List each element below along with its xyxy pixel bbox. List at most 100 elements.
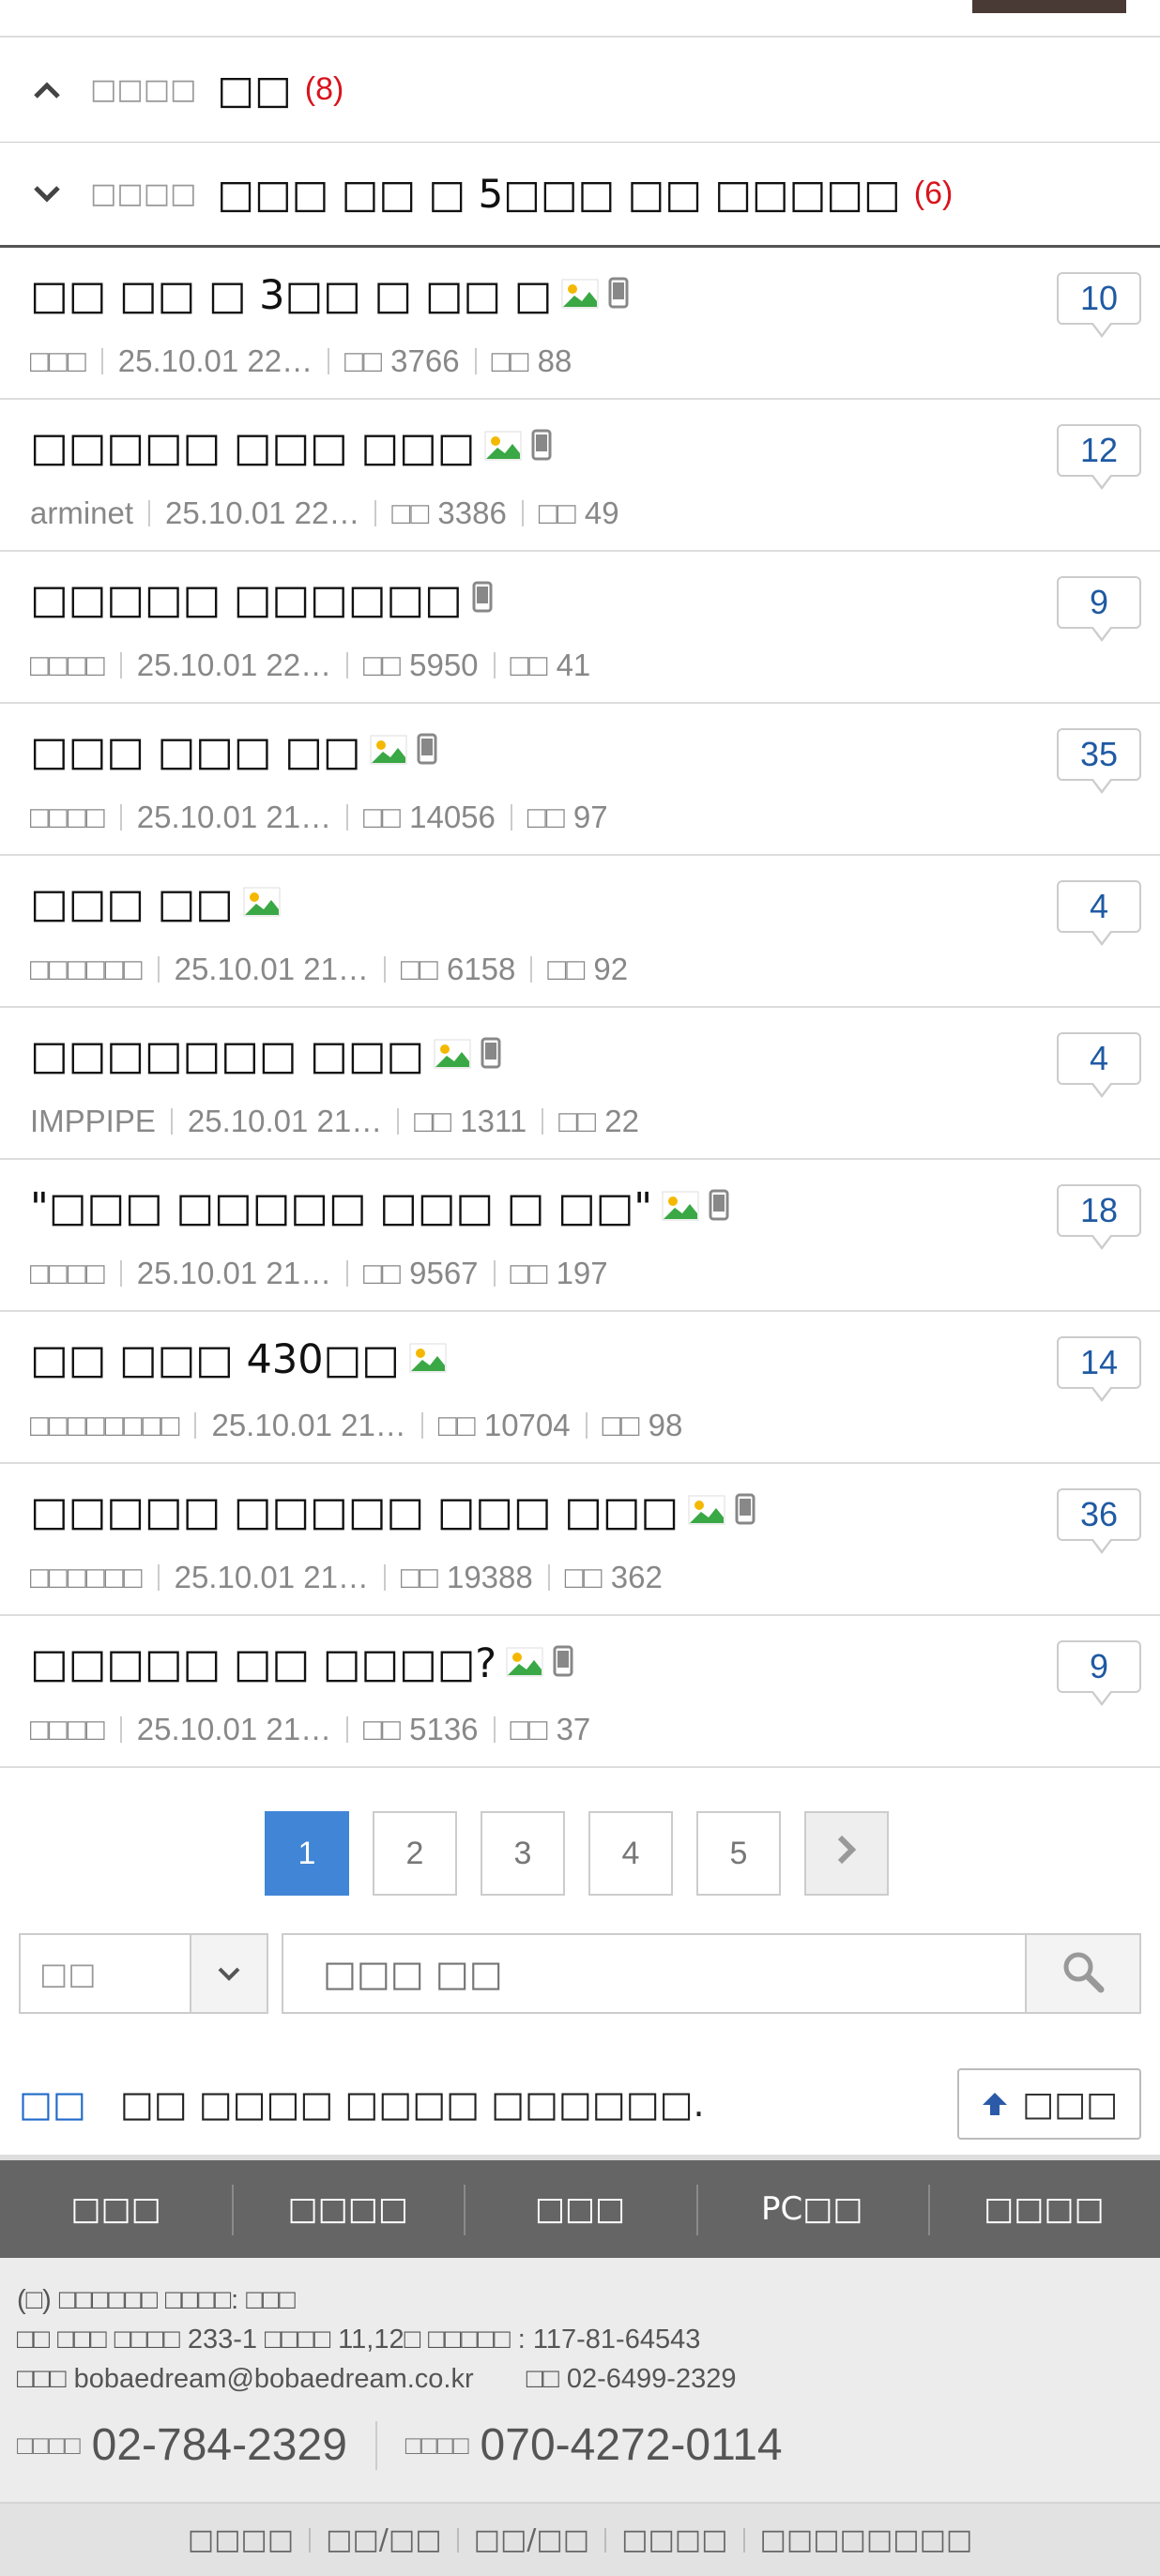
post-title[interactable]: □□ □□ □ 3□□ □ □□ □ bbox=[30, 272, 1160, 319]
post-title[interactable]: □□□□□□□ □□□ bbox=[30, 1032, 1160, 1079]
footer-link[interactable]: □□/□□ bbox=[474, 2523, 590, 2556]
search-input[interactable] bbox=[282, 1933, 1025, 2014]
list-item[interactable]: □□□□□□□ □□□ IMPPIPE 25.10.01 21… □□ 1311 □□ … bbox=[0, 1008, 1160, 1160]
next-page-button[interactable] bbox=[804, 1811, 889, 1896]
post-title[interactable]: □□ □□□ 430□□ bbox=[30, 1336, 1160, 1383]
comment-count: 18 bbox=[1079, 1191, 1119, 1229]
post-title[interactable]: □□□□□ □□□□□ □□□ □□□ bbox=[30, 1488, 1160, 1535]
notice-text[interactable]: □□ □□□□ □□□□ □□□□□□. bbox=[120, 2083, 705, 2125]
search-icon bbox=[1060, 1948, 1107, 1999]
post-title-text[interactable]: □□□□□□□ □□□ bbox=[30, 1032, 424, 1079]
list-item[interactable]: □□□ □□□ □□ □□□□ 25.10.01 21… □□ 14056 □□ 97 3… bbox=[0, 704, 1160, 856]
post-title[interactable]: □□□□□ □□□ □□□ bbox=[30, 424, 1160, 471]
pagination: 12345 bbox=[265, 1811, 912, 1896]
post-author[interactable]: □□□□ bbox=[30, 800, 105, 835]
page-button-3[interactable]: 3 bbox=[481, 1811, 565, 1896]
comment-count-badge[interactable]: 10 bbox=[1057, 272, 1141, 338]
list-item[interactable]: □□ □□ □ 3□□ □ □□ □ □□□ 25.10.01 22… □□ 3766… bbox=[0, 248, 1160, 400]
notice-label[interactable]: □□ bbox=[19, 2083, 86, 2125]
search-type-select[interactable]: □□ bbox=[19, 1933, 268, 2014]
reply-row[interactable]: □□□□ □□ (8) bbox=[0, 38, 1160, 143]
list-item[interactable]: □□□□□ □□□□□□ □□□□ 25.10.01 22… □□ 5950 □□ 41… bbox=[0, 552, 1160, 704]
list-item[interactable]: □□□□□ □□□□□ □□□ □□□ □□□□□□ 25.10.01 21… □□ … bbox=[0, 1464, 1160, 1616]
divider bbox=[157, 956, 160, 983]
post-title-text[interactable]: □□□□□ □□□□□ □□□ □□□ bbox=[30, 1488, 679, 1535]
post-date: 25.10.01 21… bbox=[174, 952, 369, 986]
post-author[interactable]: □□□ bbox=[30, 343, 86, 379]
list-item[interactable]: □□ □□□ 430□□ □□□□□□□□ 25.10.01 21… □□ 10704… bbox=[0, 1312, 1160, 1464]
footer-link[interactable]: □□□□□□□□ bbox=[760, 2523, 973, 2556]
comment-count-badge[interactable]: 35 bbox=[1057, 728, 1141, 794]
post-title[interactable]: □□□□□ □□□□□□ bbox=[30, 576, 1160, 623]
post-title-text[interactable]: □□□ □□□ □□ bbox=[30, 728, 360, 775]
post-author[interactable]: IMPPIPE bbox=[30, 1104, 156, 1139]
post-author[interactable]: □□□□□□□□ bbox=[30, 1408, 179, 1443]
go-top-button[interactable]: □□□ bbox=[957, 2068, 1141, 2140]
chevron-down-icon[interactable] bbox=[30, 177, 64, 211]
comment-count-badge[interactable]: 9 bbox=[1057, 576, 1141, 642]
page-button-5[interactable]: 5 bbox=[696, 1811, 781, 1896]
phone1-number[interactable]: 02-784-2329 bbox=[92, 2419, 347, 2471]
mobile-icon bbox=[417, 728, 437, 775]
phone2-label: □□□□ bbox=[404, 2430, 469, 2460]
post-title[interactable]: "□□□ □□□□□ □□□ □ □□" bbox=[30, 1184, 1160, 1231]
divider bbox=[346, 804, 349, 831]
post-title-text[interactable]: □□ □□□ 430□□ bbox=[30, 1336, 400, 1383]
footer-nav-item[interactable]: □□□ bbox=[0, 2190, 232, 2228]
page-button-1[interactable]: 1 bbox=[265, 1811, 349, 1896]
post-title-text[interactable]: □□□□□ □□□ □□□ bbox=[30, 424, 475, 471]
chevron-down-icon[interactable] bbox=[190, 1935, 267, 2012]
company-line: (□) □□□□□□ □□□□: □□□ bbox=[17, 2285, 296, 2315]
footer-links: □□□□ □□/□□ □□/□□ □□□□ □□□□□□□□ bbox=[0, 2502, 1160, 2576]
list-item[interactable]: □□□□□ □□ □□□□? □□□□ 25.10.01 21… □□ 5136 □□ … bbox=[0, 1616, 1160, 1768]
post-author[interactable]: □□□□ bbox=[30, 648, 105, 683]
footer-nav-item[interactable]: PC□□ bbox=[695, 2185, 928, 2235]
chevron-right-icon bbox=[835, 1834, 858, 1874]
divider bbox=[100, 348, 103, 374]
go-top-label: □□□ bbox=[1021, 2084, 1119, 2124]
post-author[interactable]: □□□□□□ bbox=[30, 952, 143, 987]
post-title[interactable]: □□□ □□□ □□ bbox=[30, 728, 1160, 775]
divider bbox=[456, 2527, 459, 2553]
post-author[interactable]: □□□□ bbox=[30, 1712, 105, 1747]
page-button-2[interactable]: 2 bbox=[373, 1811, 457, 1896]
list-item[interactable]: □□□□□ □□□ □□□ arminet 25.10.01 22… □□ 3386 □… bbox=[0, 400, 1160, 552]
post-meta: □□□□ 25.10.01 21… □□ 9567 □□ 197 bbox=[30, 1256, 1160, 1291]
comment-count-badge[interactable]: 14 bbox=[1057, 1336, 1141, 1402]
post-author[interactable]: arminet bbox=[30, 495, 133, 531]
footer-nav-item[interactable]: □□□□ bbox=[927, 2185, 1160, 2235]
comment-count-badge[interactable]: 4 bbox=[1057, 1032, 1141, 1098]
footer-nav-item[interactable]: □□□□ bbox=[232, 2185, 464, 2235]
reply-title[interactable]: □□□ □□ □ 5□□□ □□ □□□□□ bbox=[217, 171, 900, 217]
post-author[interactable]: □□□□ bbox=[30, 1256, 105, 1291]
phone2-number[interactable]: 070-4272-0114 bbox=[481, 2419, 783, 2471]
search-button[interactable] bbox=[1025, 1933, 1141, 2014]
comment-count-badge[interactable]: 36 bbox=[1057, 1488, 1141, 1554]
post-meta: □□□□□□ 25.10.01 21… □□ 6158 □□ 92 bbox=[30, 952, 1160, 987]
post-title-text[interactable]: □□□ □□ bbox=[30, 880, 234, 927]
post-title-text[interactable]: □□ □□ □ 3□□ □ □□ □ bbox=[30, 272, 552, 319]
thumbnail-image[interactable] bbox=[972, 0, 1126, 13]
comment-count-badge[interactable]: 9 bbox=[1057, 1640, 1141, 1706]
divider bbox=[542, 1108, 544, 1135]
comment-count-badge[interactable]: 18 bbox=[1057, 1184, 1141, 1250]
post-title[interactable]: □□□ □□ bbox=[30, 880, 1160, 927]
footer-link[interactable]: □□□□ bbox=[621, 2523, 727, 2556]
post-title[interactable]: □□□□□ □□ □□□□? bbox=[30, 1640, 1160, 1687]
list-item[interactable]: "□□□ □□□□□ □□□ □ □□" □□□□ 25.10.01 21… □□ 9… bbox=[0, 1160, 1160, 1312]
comment-count-badge[interactable]: 4 bbox=[1057, 880, 1141, 946]
post-title-text[interactable]: □□□□□ □□□□□□ bbox=[30, 576, 463, 623]
footer-link[interactable]: □□/□□ bbox=[326, 2523, 442, 2556]
post-author[interactable]: □□□□□□ bbox=[30, 1560, 143, 1595]
list-item[interactable]: □□□ □□ □□□□□□ 25.10.01 21… □□ 6158 □□ 92 4 bbox=[0, 856, 1160, 1008]
reply-row[interactable]: □□□□ □□□ □□ □ 5□□□ □□ □□□□□ (6) bbox=[0, 143, 1160, 248]
chevron-up-icon[interactable] bbox=[30, 73, 64, 107]
post-title-text[interactable]: □□□□□ □□ □□□□? bbox=[30, 1640, 496, 1687]
comment-count-badge[interactable]: 12 bbox=[1057, 424, 1141, 490]
post-title-text[interactable]: "□□□ □□□□□ □□□ □ □□" bbox=[30, 1184, 652, 1231]
divider bbox=[521, 500, 524, 526]
footer-nav-item[interactable]: □□□ bbox=[464, 2185, 695, 2235]
footer-link[interactable]: □□□□ bbox=[188, 2523, 294, 2556]
page-button-4[interactable]: 4 bbox=[588, 1811, 673, 1896]
reply-title[interactable]: □□ bbox=[217, 67, 291, 113]
